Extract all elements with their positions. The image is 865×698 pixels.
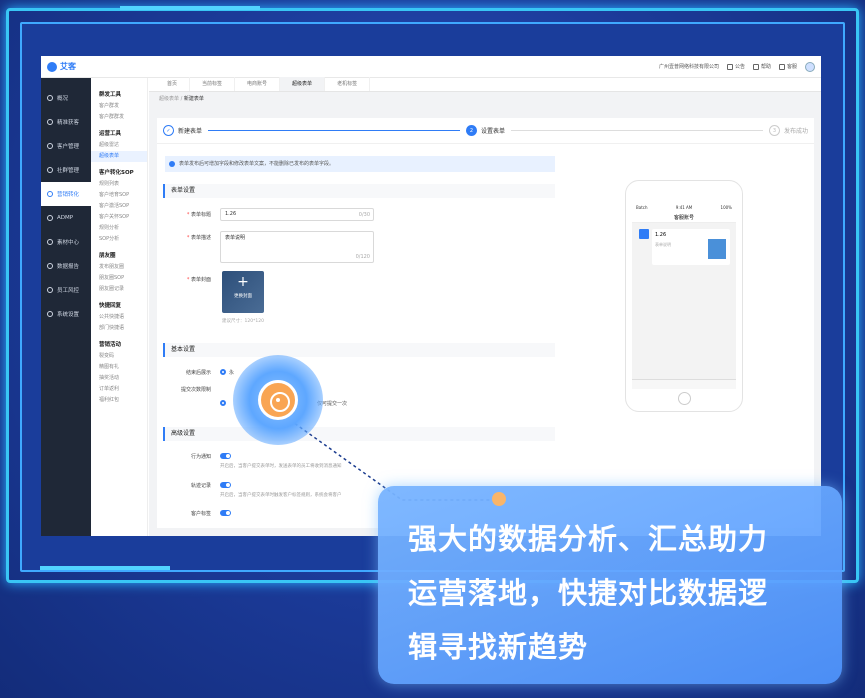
crosshair-icon: [258, 380, 298, 420]
feature-callout: 强大的数据分析、汇总助力 运营落地，快捷对比数据逻 辑寻找新趋势: [378, 486, 842, 684]
callout-line-2: 运营落地，快捷对比数据逻: [408, 576, 769, 610]
callout-line-1: 强大的数据分析、汇总助力: [408, 522, 769, 556]
callout-pin-icon: [492, 492, 506, 506]
callout-line-3: 辑寻找新趋势: [408, 630, 589, 664]
target-icon: [233, 355, 323, 445]
